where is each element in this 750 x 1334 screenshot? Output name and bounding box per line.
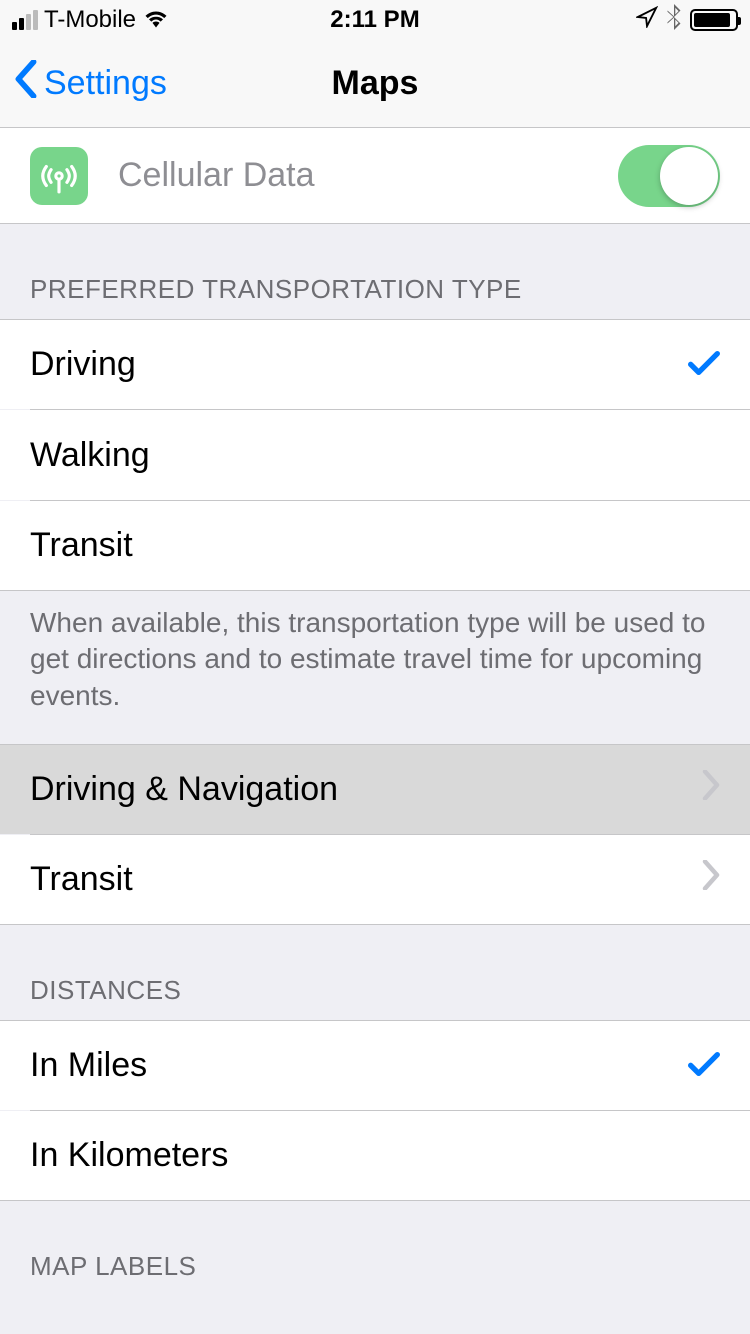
checkmark-icon bbox=[688, 1045, 720, 1087]
back-label: Settings bbox=[44, 64, 167, 103]
transport-driving-row[interactable]: Driving bbox=[0, 319, 750, 409]
transport-walking-label: Walking bbox=[30, 436, 720, 475]
location-icon bbox=[636, 6, 658, 35]
carrier-label: T-Mobile bbox=[44, 6, 136, 34]
transport-section-footer: When available, this transportation type… bbox=[0, 591, 750, 744]
transport-driving-label: Driving bbox=[30, 345, 688, 384]
distance-km-row[interactable]: In Kilometers bbox=[0, 1111, 750, 1201]
distance-km-label: In Kilometers bbox=[30, 1136, 720, 1175]
chevron-right-icon bbox=[702, 860, 720, 899]
page-title: Maps bbox=[332, 64, 419, 103]
transit-settings-row[interactable]: Transit bbox=[0, 835, 750, 925]
transport-transit-label: Transit bbox=[30, 526, 720, 565]
map-labels-section-header: MAP LABELS bbox=[0, 1201, 750, 1296]
wifi-icon bbox=[142, 6, 170, 35]
chevron-left-icon bbox=[14, 60, 38, 107]
driving-navigation-row[interactable]: Driving & Navigation bbox=[0, 744, 750, 834]
status-bar: T-Mobile 2:11 PM bbox=[0, 0, 750, 40]
distance-miles-row[interactable]: In Miles bbox=[0, 1020, 750, 1110]
status-right bbox=[636, 4, 738, 37]
battery-icon bbox=[690, 9, 738, 31]
cellular-data-toggle[interactable] bbox=[618, 145, 720, 207]
cellular-data-label: Cellular Data bbox=[118, 156, 618, 195]
chevron-right-icon bbox=[702, 770, 720, 809]
navigation-bar: Settings Maps bbox=[0, 40, 750, 128]
driving-navigation-label: Driving & Navigation bbox=[30, 770, 702, 809]
transport-section-header: PREFERRED TRANSPORTATION TYPE bbox=[0, 224, 750, 319]
transport-walking-row[interactable]: Walking bbox=[0, 410, 750, 500]
transit-settings-label: Transit bbox=[30, 860, 702, 899]
checkmark-icon bbox=[688, 344, 720, 386]
back-button[interactable]: Settings bbox=[0, 60, 167, 107]
bluetooth-icon bbox=[666, 4, 682, 37]
transport-transit-row[interactable]: Transit bbox=[0, 501, 750, 591]
cellular-icon bbox=[30, 147, 88, 205]
cellular-data-row[interactable]: Cellular Data bbox=[0, 128, 750, 224]
distance-miles-label: In Miles bbox=[30, 1046, 688, 1085]
distances-section-header: DISTANCES bbox=[0, 925, 750, 1020]
signal-icon bbox=[12, 10, 38, 30]
status-time: 2:11 PM bbox=[330, 6, 419, 34]
status-left: T-Mobile bbox=[12, 6, 170, 35]
